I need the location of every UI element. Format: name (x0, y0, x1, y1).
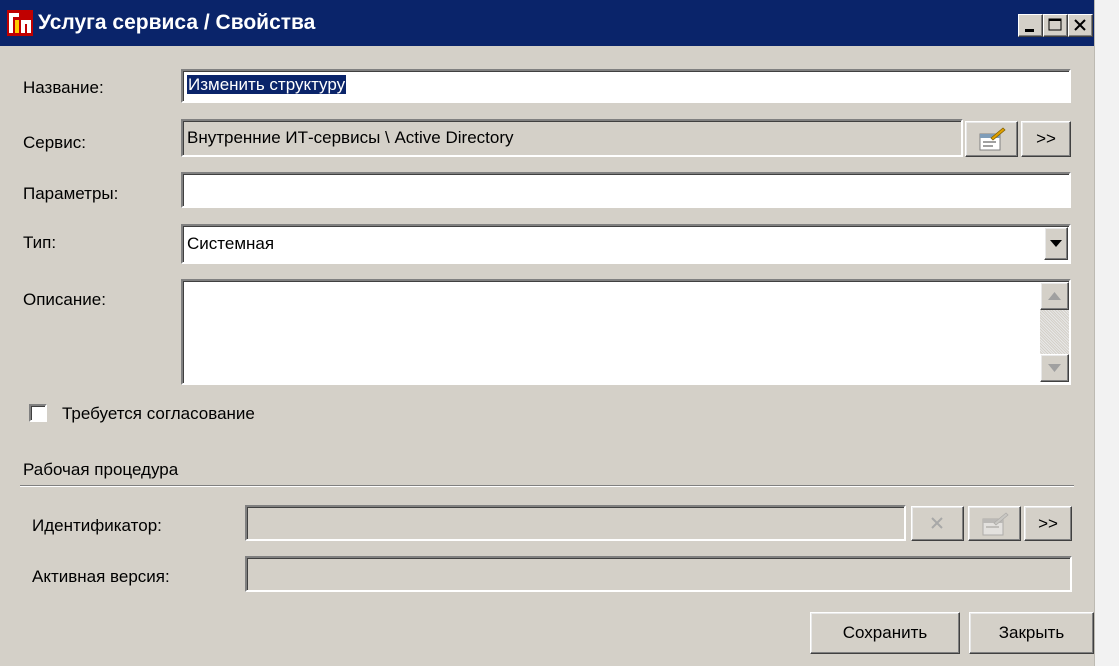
app-icon (7, 10, 33, 36)
type-dropdown-button[interactable] (1044, 227, 1068, 260)
service-field: Внутренние ИТ-сервисы \ Active Directory (181, 119, 963, 157)
approval-label[interactable]: Требуется согласование (62, 403, 255, 425)
active-version-field (245, 556, 1072, 592)
close-button[interactable] (1068, 14, 1093, 37)
approval-checkbox[interactable] (29, 404, 47, 422)
type-select[interactable]: Системная (181, 224, 1071, 264)
type-value: Системная (187, 234, 275, 253)
service-properties-button[interactable] (965, 121, 1018, 157)
maximize-icon (1048, 18, 1062, 31)
procedure-clear-button[interactable] (911, 506, 964, 541)
description-label: Описание: (23, 290, 106, 309)
close-icon (1074, 19, 1086, 31)
minimize-button[interactable] (1018, 14, 1043, 37)
window-title: Услуга сервиса / Свойства (38, 11, 316, 34)
save-button[interactable]: Сохранить (810, 612, 960, 654)
procedure-more-button[interactable]: >> (1024, 506, 1072, 541)
procedure-id-field (245, 505, 906, 541)
scroll-up-icon (1048, 292, 1061, 300)
scroll-up-button[interactable] (1040, 282, 1069, 310)
clear-icon (931, 517, 943, 529)
description-textarea[interactable] (181, 279, 1071, 385)
section-divider (20, 485, 1074, 487)
params-input[interactable] (181, 172, 1071, 208)
chevron-down-icon (1050, 240, 1062, 247)
minimize-icon (1025, 29, 1034, 32)
service-more-button[interactable]: >> (1021, 121, 1071, 157)
title-bar[interactable]: Услуга сервиса / Свойства (0, 0, 1094, 46)
maximize-button[interactable] (1043, 14, 1068, 37)
dialog-window: Услуга сервиса / Свойства Название: Изме… (0, 0, 1095, 666)
properties-icon (982, 512, 1009, 536)
scroll-down-icon (1048, 364, 1061, 372)
name-value: Изменить структуру (187, 75, 347, 94)
close-dialog-button[interactable]: Закрыть (969, 612, 1094, 654)
properties-icon (979, 127, 1006, 151)
params-label: Параметры: (23, 184, 119, 203)
procedure-properties-button[interactable] (968, 506, 1021, 541)
description-scrollbar[interactable] (1040, 282, 1069, 382)
type-label: Тип: (23, 233, 57, 252)
scroll-down-button[interactable] (1040, 354, 1069, 382)
procedure-section-title: Рабочая процедура (23, 460, 179, 479)
active-version-label: Активная версия: (32, 567, 170, 586)
service-label: Сервис: (23, 133, 86, 152)
name-input[interactable]: Изменить структуру (181, 69, 1071, 103)
name-label: Название: (23, 78, 104, 97)
procedure-id-label: Идентификатор: (32, 516, 162, 535)
